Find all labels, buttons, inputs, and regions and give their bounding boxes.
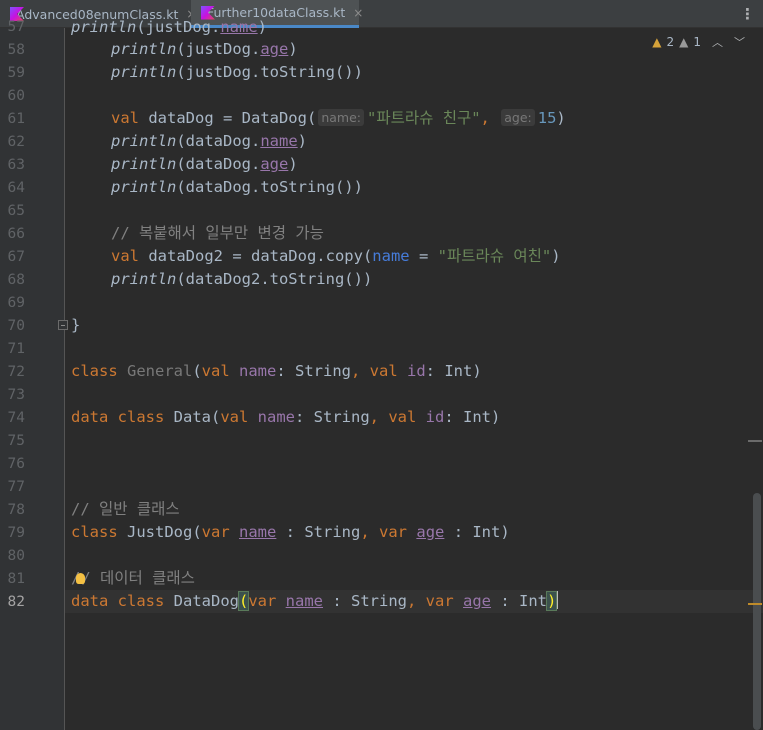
code-line-67[interactable]: val dataDog2 = dataDog.copy(name = "파트라슈… <box>111 245 561 268</box>
line-number: 60 <box>7 88 25 104</box>
more-options-icon[interactable]: ⋮ <box>740 5 755 23</box>
weak-warning-count: 1 <box>693 35 701 49</box>
code-line-68[interactable]: println(dataDog2.toString()) <box>111 268 372 291</box>
matched-brace: ( <box>237 591 250 611</box>
line-number: 63 <box>7 157 25 173</box>
error-stripe-marker[interactable] <box>748 440 762 442</box>
previous-highlight-icon[interactable]: ︿ <box>712 34 723 50</box>
param-hint-age: age: <box>501 109 535 126</box>
line-number: 71 <box>7 341 25 357</box>
line-number: 78 <box>7 502 25 518</box>
warning-count: 2 <box>666 35 675 49</box>
line-number: 72 <box>7 364 25 380</box>
next-highlight-icon[interactable]: ﹀ <box>734 34 745 50</box>
close-icon[interactable]: × <box>353 6 363 20</box>
code-line-70[interactable]: } <box>71 314 80 337</box>
fold-icon[interactable] <box>58 320 68 330</box>
line-number: 81 <box>7 571 25 587</box>
line-number: 79 <box>7 525 25 541</box>
line-number: 69 <box>7 295 25 311</box>
code-line-59[interactable]: println(justDog.toString()) <box>111 61 363 84</box>
code-line-61[interactable]: val dataDog = DataDog(name: "파트라슈 친구", ag… <box>111 107 566 130</box>
scrollbar-thumb[interactable] <box>753 493 761 730</box>
param-hint-name: name: <box>318 109 364 126</box>
line-number: 82 <box>7 594 25 610</box>
weak-warning-icon: ▲ <box>679 35 689 49</box>
line-number: 65 <box>7 203 25 219</box>
code-line-57[interactable]: println(justDog.name) <box>71 16 267 39</box>
code-line-78[interactable]: // 일반 클래스 <box>71 498 180 521</box>
inspection-widget[interactable]: ▲ 2 ▲ 1 ︿ ﹀ <box>652 34 745 50</box>
line-number: 61 <box>7 111 25 127</box>
code-line-74[interactable]: data class Data(val name: String, val id… <box>71 406 500 429</box>
code-line-72[interactable]: class General(val name: String, val id: … <box>71 360 482 383</box>
line-number: 73 <box>7 387 25 403</box>
line-number: 80 <box>7 548 25 564</box>
line-number: 68 <box>7 272 25 288</box>
code-line-63[interactable]: println(dataDog.age) <box>111 153 298 176</box>
code-line-82[interactable]: data class DataDog(var name : String, va… <box>71 590 559 613</box>
gutter-divider <box>64 28 65 730</box>
code-line-58[interactable]: println(justDog.age) <box>111 38 298 61</box>
code-line-64[interactable]: println(dataDog.toString()) <box>111 176 363 199</box>
line-number: 58 <box>7 42 25 58</box>
warning-icon: ▲ <box>652 35 662 49</box>
code-line-79[interactable]: class JustDog(var name : String, var age… <box>71 521 510 544</box>
line-number: 70 <box>7 318 25 334</box>
text-cursor <box>556 591 559 609</box>
matched-brace: ) <box>545 591 558 611</box>
line-number: 77 <box>7 479 25 495</box>
line-number: 66 <box>7 226 25 242</box>
line-number: 67 <box>7 249 25 265</box>
code-line-81[interactable]: // 데이터 클래스 <box>71 567 195 590</box>
code-line-62[interactable]: println(dataDog.name) <box>111 130 307 153</box>
line-number: 64 <box>7 180 25 196</box>
line-number: 62 <box>7 134 25 150</box>
code-line-66[interactable]: // 복붙해서 일부만 변경 가능 <box>111 222 324 245</box>
warning-stripe-marker[interactable] <box>748 603 762 605</box>
line-number: 75 <box>7 433 25 449</box>
line-number: 76 <box>7 456 25 472</box>
line-number: 74 <box>7 410 25 426</box>
line-number: 57 <box>7 19 25 35</box>
lightbulb-icon[interactable] <box>76 573 86 584</box>
line-number: 59 <box>7 65 25 81</box>
